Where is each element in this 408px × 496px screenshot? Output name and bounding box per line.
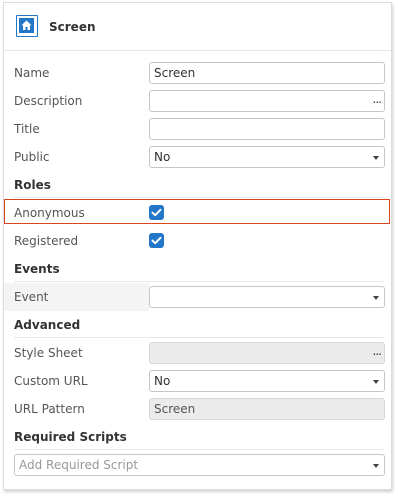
name-label: Name (14, 66, 50, 80)
required-scripts-row: Add Required Script (4, 451, 391, 479)
anonymous-row-highlight (4, 199, 390, 224)
registered-checkbox[interactable] (149, 233, 164, 248)
divider (14, 449, 384, 450)
description-browse-button[interactable]: ... (373, 92, 383, 106)
url-pattern-value: Screen (154, 402, 196, 416)
divider (14, 337, 384, 338)
style-sheet-browse-button[interactable]: ... (373, 344, 383, 358)
chevron-down-icon (373, 156, 379, 160)
chevron-down-icon (373, 380, 379, 384)
public-label: Public (14, 150, 50, 164)
title-row: Title (4, 115, 391, 143)
public-row: Public No (4, 143, 391, 171)
roles-heading: Roles (14, 178, 51, 192)
check-icon (151, 236, 162, 245)
divider (14, 197, 384, 198)
description-row: Description ... (4, 87, 391, 115)
event-row: Event (4, 283, 391, 311)
style-sheet-row: Style Sheet ... (4, 339, 391, 367)
registered-row: Registered (4, 227, 391, 255)
url-pattern-field: Screen (149, 398, 385, 420)
style-sheet-field[interactable]: ... (149, 342, 385, 364)
home-icon (16, 15, 38, 37)
custom-url-label: Custom URL (14, 374, 88, 388)
public-value: No (154, 150, 171, 164)
description-label: Description (14, 94, 83, 108)
divider (14, 281, 384, 282)
name-value: Screen (154, 66, 196, 80)
url-pattern-row: URL Pattern Screen (4, 395, 391, 423)
event-label: Event (14, 290, 49, 304)
chevron-down-icon (373, 296, 379, 300)
title-label: Title (14, 122, 40, 136)
chevron-down-icon (373, 464, 379, 468)
panel-header: Screen (4, 3, 391, 51)
registered-label: Registered (14, 234, 79, 248)
custom-url-value: No (154, 374, 171, 388)
style-sheet-label: Style Sheet (14, 346, 83, 360)
name-row: Name Screen (4, 59, 391, 87)
advanced-heading: Advanced (14, 318, 81, 332)
panel-title: Screen (49, 20, 96, 34)
properties-panel: Screen Name Screen Description ... Title… (3, 2, 392, 490)
events-heading: Events (14, 262, 60, 276)
url-pattern-label: URL Pattern (14, 402, 85, 416)
add-required-script-select[interactable]: Add Required Script (14, 454, 385, 476)
public-select[interactable]: No (149, 146, 385, 168)
add-required-script-placeholder: Add Required Script (19, 458, 139, 472)
description-field[interactable]: ... (149, 90, 385, 112)
name-field[interactable]: Screen (149, 62, 385, 84)
custom-url-select[interactable]: No (149, 370, 385, 392)
custom-url-row: Custom URL No (4, 367, 391, 395)
required-scripts-heading: Required Scripts (14, 430, 127, 444)
event-select[interactable] (149, 286, 385, 308)
title-field[interactable] (149, 118, 385, 140)
